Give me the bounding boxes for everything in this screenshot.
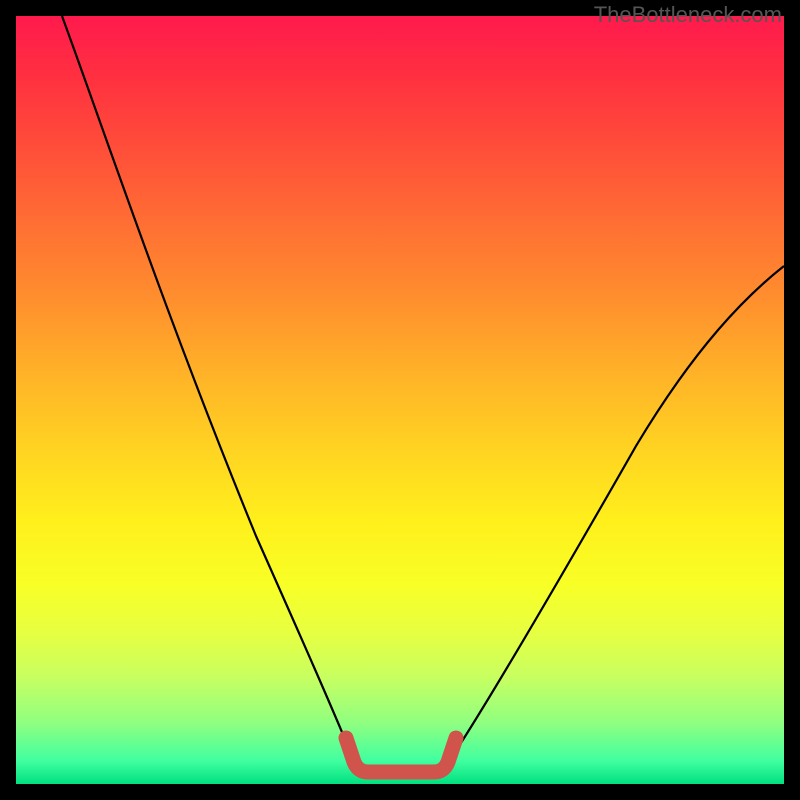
chart-frame: TheBottleneck.com xyxy=(0,0,800,800)
chart-svg xyxy=(16,16,784,784)
valley-marker xyxy=(346,738,456,772)
watermark-text: TheBottleneck.com xyxy=(594,2,782,28)
right-curve xyxy=(446,266,784,766)
plot-area xyxy=(16,16,784,784)
left-curve xyxy=(62,16,356,766)
